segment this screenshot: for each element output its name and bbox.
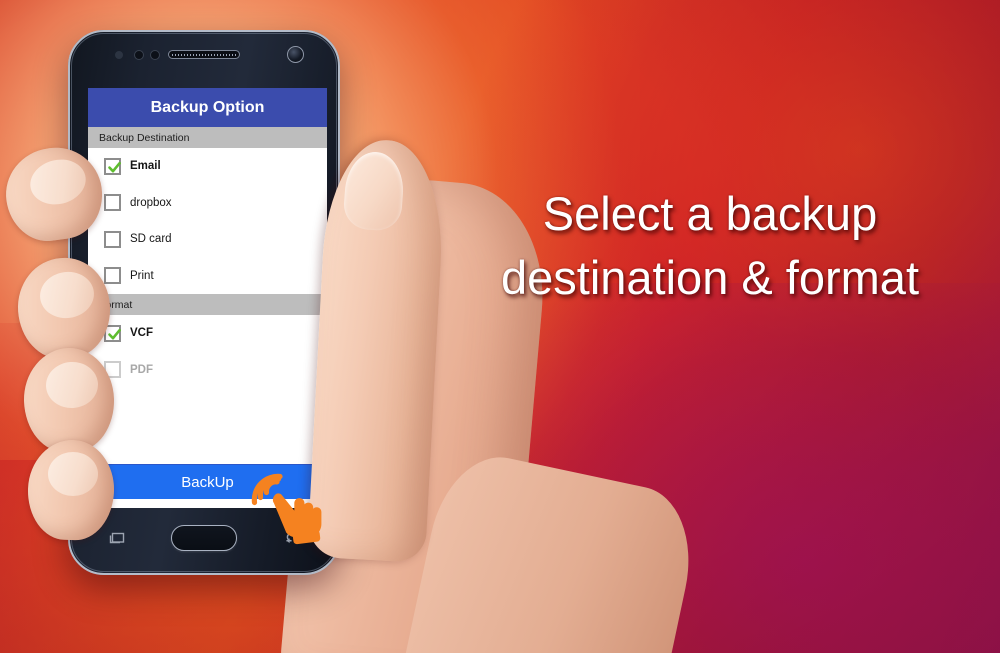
checkmark-icon: [108, 161, 121, 173]
phone-screen: Backup Option Backup Destination Email d…: [88, 88, 327, 508]
option-label-sd-card: SD card: [130, 233, 172, 246]
home-button[interactable]: [171, 525, 237, 551]
ir-sensor-icon: [150, 50, 160, 60]
app-title: Backup Option: [150, 98, 265, 116]
recents-button-icon[interactable]: [108, 530, 126, 545]
option-row-dropbox[interactable]: dropbox: [88, 184, 327, 221]
back-button-icon[interactable]: [284, 530, 302, 545]
headline-line-2: destination & format: [501, 250, 919, 304]
option-label-dropbox: dropbox: [130, 196, 172, 209]
option-row-vcf[interactable]: VCF: [88, 315, 327, 352]
app-title-bar: Backup Option: [88, 88, 327, 127]
checkbox-sd-card[interactable]: [104, 230, 121, 248]
promo-banner: Backup Option Backup Destination Email d…: [0, 0, 1000, 653]
option-label-pdf: PDF: [130, 363, 153, 376]
light-sensor-icon: [134, 50, 144, 60]
backup-button-label: BackUp: [181, 473, 234, 491]
section-header-format: Format: [88, 294, 327, 315]
option-row-print[interactable]: Print: [88, 257, 327, 294]
headline: Select a backup destination & format: [452, 182, 968, 310]
earpiece-speaker-icon: [168, 50, 240, 59]
front-camera-icon: [287, 46, 304, 63]
option-label-vcf: VCF: [130, 327, 153, 340]
option-label-print: Print: [130, 269, 154, 282]
checkmark-icon: [108, 328, 121, 340]
checkbox-print[interactable]: [104, 267, 121, 285]
option-row-sd-card[interactable]: SD card: [88, 221, 327, 258]
option-label-email: Email: [130, 160, 161, 173]
checkbox-dropbox[interactable]: [104, 194, 121, 212]
proximity-sensor-icon: [115, 51, 123, 59]
backup-button[interactable]: BackUp: [97, 464, 318, 499]
screen-empty-space: [88, 388, 327, 464]
primary-button-container: BackUp: [88, 464, 327, 508]
headline-line-1: Select a backup: [542, 187, 878, 240]
option-row-email[interactable]: Email: [88, 148, 327, 185]
section-header-backup-destination: Backup Destination: [88, 127, 327, 148]
option-row-pdf: PDF: [88, 351, 327, 388]
section-header-label: Backup Destination: [99, 131, 190, 144]
checkbox-email[interactable]: [104, 157, 121, 175]
hand-fingernail: [48, 452, 98, 496]
